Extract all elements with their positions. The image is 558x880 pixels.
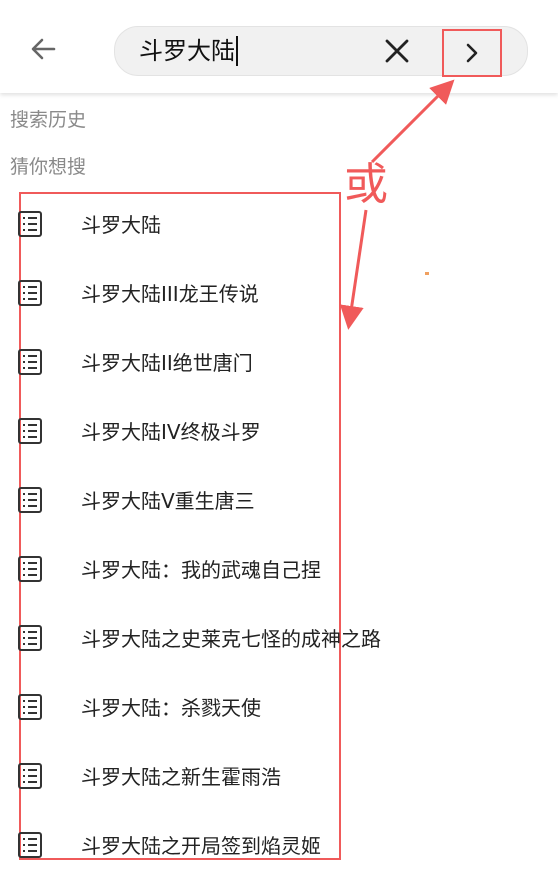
list-item[interactable]: 斗罗大陆之开局签到焰灵姬 <box>18 820 341 872</box>
suggested-searches-label: 猜你想搜 <box>10 156 87 178</box>
list-item-label: 斗罗大陆IV终极斗罗 <box>81 420 261 444</box>
annotation-or-text: 或 <box>344 159 388 210</box>
search-toolbar: 斗罗大陆 <box>0 0 558 93</box>
search-page: 斗罗大陆 搜索历史 猜你想搜 斗罗大陆 斗罗大陆III龙王传说 斗罗大陆II绝世… <box>0 0 558 880</box>
search-go-button[interactable] <box>442 29 502 77</box>
suggestion-list: 斗罗大陆 斗罗大陆III龙王传说 斗罗大陆II绝世唐门 斗罗大陆IV终极斗罗 斗… <box>18 192 381 860</box>
list-item[interactable]: 斗罗大陆之新生霍雨浩 <box>18 751 341 803</box>
list-item-label: 斗罗大陆之史莱克七怪的成神之路 <box>81 627 381 651</box>
chevron-right-icon <box>466 43 478 63</box>
back-button[interactable] <box>24 30 62 68</box>
book-list-icon <box>18 418 42 444</box>
annotation-arrow-down <box>339 209 368 330</box>
book-list-icon <box>18 832 42 858</box>
text-caret <box>236 36 238 66</box>
search-history-label: 搜索历史 <box>10 109 87 131</box>
list-item[interactable]: 斗罗大陆 <box>18 199 341 251</box>
list-item-label: 斗罗大陆：我的武魂自己捏 <box>81 558 321 582</box>
list-item-label: 斗罗大陆：杀戮天使 <box>81 696 261 720</box>
close-icon <box>385 39 409 63</box>
search-input-value: 斗罗大陆 <box>139 37 235 65</box>
list-item-label: 斗罗大陆之新生霍雨浩 <box>81 765 281 789</box>
list-item[interactable]: 斗罗大陆V重生唐三 <box>18 475 341 527</box>
back-arrow-icon <box>31 38 56 60</box>
book-list-icon <box>18 763 42 789</box>
book-list-icon <box>18 487 42 513</box>
list-item[interactable]: 斗罗大陆IV终极斗罗 <box>18 406 341 458</box>
annotation-arrow-up <box>370 79 455 164</box>
list-item-label: 斗罗大陆II绝世唐门 <box>81 351 253 375</box>
clear-button[interactable] <box>383 37 411 65</box>
list-item-label: 斗罗大陆III龙王传说 <box>81 282 259 306</box>
search-input[interactable]: 斗罗大陆 <box>139 36 238 66</box>
book-list-icon <box>18 349 42 375</box>
book-list-icon <box>18 280 42 306</box>
stray-dot <box>425 272 429 275</box>
list-item[interactable]: 斗罗大陆III龙王传说 <box>18 268 341 320</box>
list-item-label: 斗罗大陆之开局签到焰灵姬 <box>81 834 321 858</box>
book-list-icon <box>18 625 42 651</box>
list-item[interactable]: 斗罗大陆II绝世唐门 <box>18 337 341 389</box>
search-box: 斗罗大陆 <box>114 26 528 77</box>
book-list-icon <box>18 556 42 582</box>
book-list-icon <box>18 694 42 720</box>
list-item[interactable]: 斗罗大陆：杀戮天使 <box>18 682 341 734</box>
book-list-icon <box>18 211 42 237</box>
list-item[interactable]: 斗罗大陆：我的武魂自己捏 <box>18 544 341 596</box>
list-item-label: 斗罗大陆V重生唐三 <box>81 489 255 513</box>
list-item-label: 斗罗大陆 <box>81 213 161 237</box>
list-item[interactable]: 斗罗大陆之史莱克七怪的成神之路 <box>18 613 381 665</box>
